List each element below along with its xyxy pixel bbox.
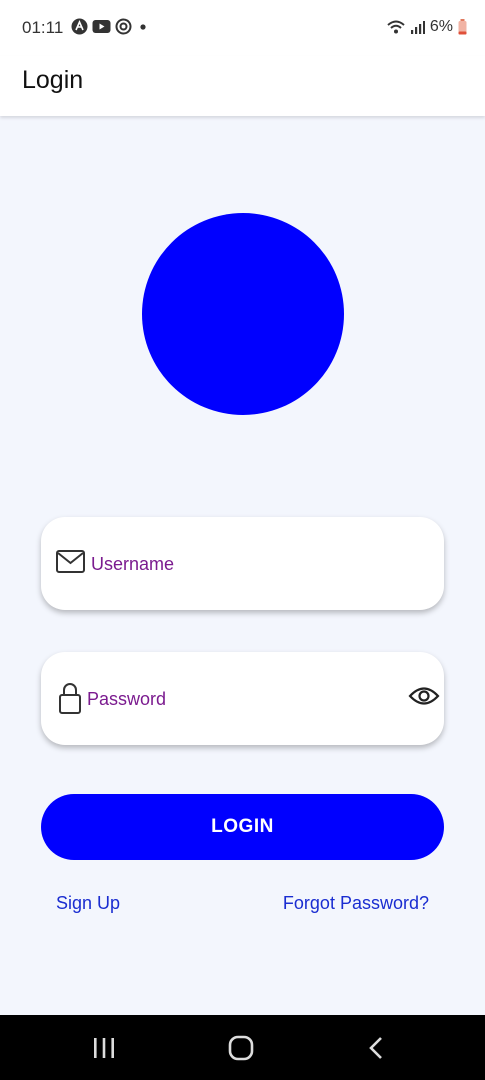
battery-icon — [458, 19, 467, 35]
password-input[interactable] — [85, 678, 389, 720]
battery-percent: 6% — [429, 18, 453, 35]
page-title: Login — [22, 66, 84, 94]
sync-icon — [115, 18, 132, 35]
status-right-group: 6% — [386, 18, 467, 36]
sign-up-link[interactable]: Sign Up — [56, 893, 120, 914]
username-input[interactable] — [89, 543, 423, 585]
signal-icon — [410, 21, 425, 34]
eye-icon[interactable] — [408, 685, 440, 707]
lock-icon — [59, 683, 81, 714]
logo-circle — [142, 213, 344, 415]
recent-apps-icon[interactable] — [92, 1037, 116, 1059]
status-notification-icons — [71, 18, 150, 35]
back-icon[interactable] — [368, 1036, 384, 1060]
app-bar: Login — [0, 56, 485, 116]
username-field[interactable] — [41, 517, 444, 610]
password-field[interactable] — [41, 652, 444, 745]
home-icon[interactable] — [228, 1035, 254, 1061]
forgot-password-link[interactable]: Forgot Password? — [283, 893, 429, 914]
app-notification-icon — [71, 18, 88, 35]
system-nav-bar — [0, 1015, 485, 1080]
dot-icon — [140, 24, 146, 30]
status-time: 01:11 — [22, 18, 64, 37]
login-button[interactable]: LOGIN — [41, 794, 444, 860]
wifi-icon — [387, 20, 405, 34]
status-bar: 01:11 6% — [0, 0, 485, 56]
mail-icon — [56, 550, 85, 573]
youtube-icon — [92, 20, 111, 33]
